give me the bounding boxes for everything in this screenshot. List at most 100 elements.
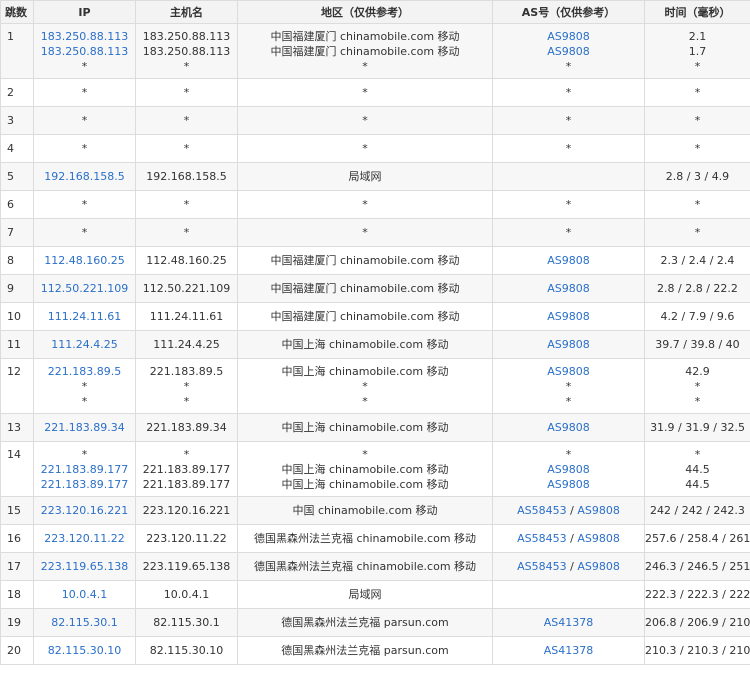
table-row: 7 * * * * * [0, 218, 750, 247]
header-location: 地区（仅供参考） [237, 0, 493, 24]
hop-number: 10 [0, 302, 34, 331]
as-link[interactable]: AS9808 [577, 504, 620, 517]
ip-link: * [81, 142, 88, 155]
location-cell: * [237, 78, 493, 107]
hostname-text: 192.168.158.5 [146, 170, 227, 183]
hostname-text: * [183, 60, 190, 73]
time-cell: * [644, 218, 750, 247]
as-link[interactable]: AS58453 [517, 560, 567, 573]
hostname-text: 82.115.30.10 [149, 644, 224, 657]
as-link[interactable]: AS9808 [577, 560, 620, 573]
as-link[interactable]: AS58453 [517, 504, 567, 517]
table-row: 16 223.120.11.22 223.120.11.22 德国黑森州法兰克福 ch… [0, 524, 750, 553]
hop-number: 6 [0, 190, 34, 219]
ip-link[interactable]: 111.24.4.25 [34, 337, 135, 352]
as-cell: AS9808 [492, 274, 645, 303]
as-link[interactable]: AS9808 [547, 254, 590, 267]
as-link[interactable]: AS9808 [577, 532, 620, 545]
hostname-cell: 223.120.11.22 [135, 524, 238, 553]
as-link[interactable]: AS9808 [547, 310, 590, 323]
as-link[interactable]: AS9808 [547, 365, 590, 378]
as-link[interactable]: AS9808 [547, 421, 590, 434]
hostname-text: 111.24.11.61 [149, 310, 224, 323]
table-row: 1 183.250.88.113 183.250.88.113 * 183.250.88… [0, 23, 750, 79]
ip-link[interactable]: 221.183.89.177 [34, 462, 135, 477]
as-line: AS9808 [493, 29, 644, 44]
as-cell: * [492, 134, 645, 163]
ip-link[interactable]: 111.24.11.61 [34, 309, 135, 324]
location-text: * [362, 198, 368, 211]
ip-link[interactable]: 112.48.160.25 [34, 253, 135, 268]
as-link[interactable]: AS41378 [544, 644, 594, 657]
location-text: 中国上海 chinamobile.com 移动 [281, 338, 449, 351]
location-text: * [362, 60, 368, 73]
time-cell: 2.3 / 2.4 / 2.4 [644, 246, 750, 275]
hostname-text: 183.250.88.113 [142, 45, 231, 58]
ip-link[interactable]: 221.183.89.34 [34, 420, 135, 435]
as-link[interactable]: AS9808 [547, 45, 590, 58]
hop-number: 12 [0, 358, 34, 414]
time-cell: 2.8 / 2.8 / 22.2 [644, 274, 750, 303]
time-text: * [694, 226, 701, 239]
table-row: 8 112.48.160.25 112.48.160.25 中国福建厦门 chinam… [0, 246, 750, 275]
hostname-text: 10.0.4.1 [163, 588, 210, 601]
as-line: AS58453 / AS9808 [493, 503, 644, 518]
header-as: AS号（仅供参考） [492, 0, 645, 24]
as-cell: * [492, 218, 645, 247]
table-row: 11 111.24.4.25 111.24.4.25 中国上海 chinamobile… [0, 330, 750, 359]
time-text: * [694, 86, 701, 99]
ip-link[interactable]: 223.120.16.221 [34, 503, 135, 518]
as-link[interactable]: AS9808 [547, 282, 590, 295]
location-text: * [362, 395, 368, 408]
time-text: 257.6 / 258.4 / 261.2 [645, 532, 750, 545]
ip-link[interactable]: 183.250.88.113 [34, 29, 135, 44]
hostname-cell: 82.115.30.1 [135, 608, 238, 637]
location-cell: * [237, 134, 493, 163]
as-line: * [493, 394, 644, 409]
ip-link[interactable]: 183.250.88.113 [34, 44, 135, 59]
table-header: 跳数 IP 主机名 地区（仅供参考） AS号（仅供参考） 时间（毫秒） [0, 0, 750, 24]
ip-link[interactable]: 221.183.89.5 [34, 364, 135, 379]
ip-cell: * 221.183.89.177 221.183.89.177 [33, 441, 136, 497]
as-link[interactable]: AS9808 [547, 338, 590, 351]
ip-link[interactable]: 82.115.30.1 [34, 615, 135, 630]
as-link[interactable]: AS9808 [547, 30, 590, 43]
hostname-cell: 112.48.160.25 [135, 246, 238, 275]
ip-cell: 82.115.30.1 [33, 608, 136, 637]
table-row: 9 112.50.221.109 112.50.221.109 中国福建厦门 chin… [0, 274, 750, 303]
location-text: 中国福建厦门 chinamobile.com 移动 [270, 30, 460, 43]
as-cell: AS9808 * * [492, 358, 645, 414]
location-text: 中国福建厦门 chinamobile.com 移动 [270, 45, 460, 58]
as-link[interactable]: AS9808 [547, 478, 590, 491]
as-cell: * [492, 78, 645, 107]
ip-link[interactable]: 112.50.221.109 [34, 281, 135, 296]
as-text: * [565, 114, 572, 127]
hop-number: 9 [0, 274, 34, 303]
ip-link[interactable]: 10.0.4.1 [34, 587, 135, 602]
as-line [493, 587, 644, 602]
hostname-cell: * [135, 106, 238, 135]
hostname-cell: 223.119.65.138 [135, 552, 238, 581]
hostname-text: 223.120.16.221 [142, 504, 231, 517]
hop-number: 19 [0, 608, 34, 637]
hostname-text: 183.250.88.113 [142, 30, 231, 43]
hop-number: 18 [0, 580, 34, 609]
ip-link[interactable]: 223.119.65.138 [34, 559, 135, 574]
as-line: * [493, 85, 644, 100]
hostname-text: * [183, 86, 190, 99]
table-row: 5 192.168.158.5 192.168.158.5 局域网 2.8 / 3 /… [0, 162, 750, 191]
as-link[interactable]: AS9808 [547, 463, 590, 476]
ip-link[interactable]: 223.120.11.22 [34, 531, 135, 546]
location-text: 中国上海 chinamobile.com 移动 [281, 365, 449, 378]
header-time: 时间（毫秒） [644, 0, 750, 24]
as-text: * [565, 142, 572, 155]
as-link[interactable]: AS58453 [517, 532, 567, 545]
as-link[interactable]: AS41378 [544, 616, 594, 629]
ip-link[interactable]: 192.168.158.5 [34, 169, 135, 184]
as-line: * [493, 225, 644, 240]
ip-link[interactable]: 221.183.89.177 [34, 477, 135, 492]
time-cell: 2.1 1.7 * [644, 23, 750, 79]
as-line: AS9808 [493, 462, 644, 477]
ip-link[interactable]: 82.115.30.10 [34, 643, 135, 658]
as-cell: AS58453 / AS9808 [492, 524, 645, 553]
